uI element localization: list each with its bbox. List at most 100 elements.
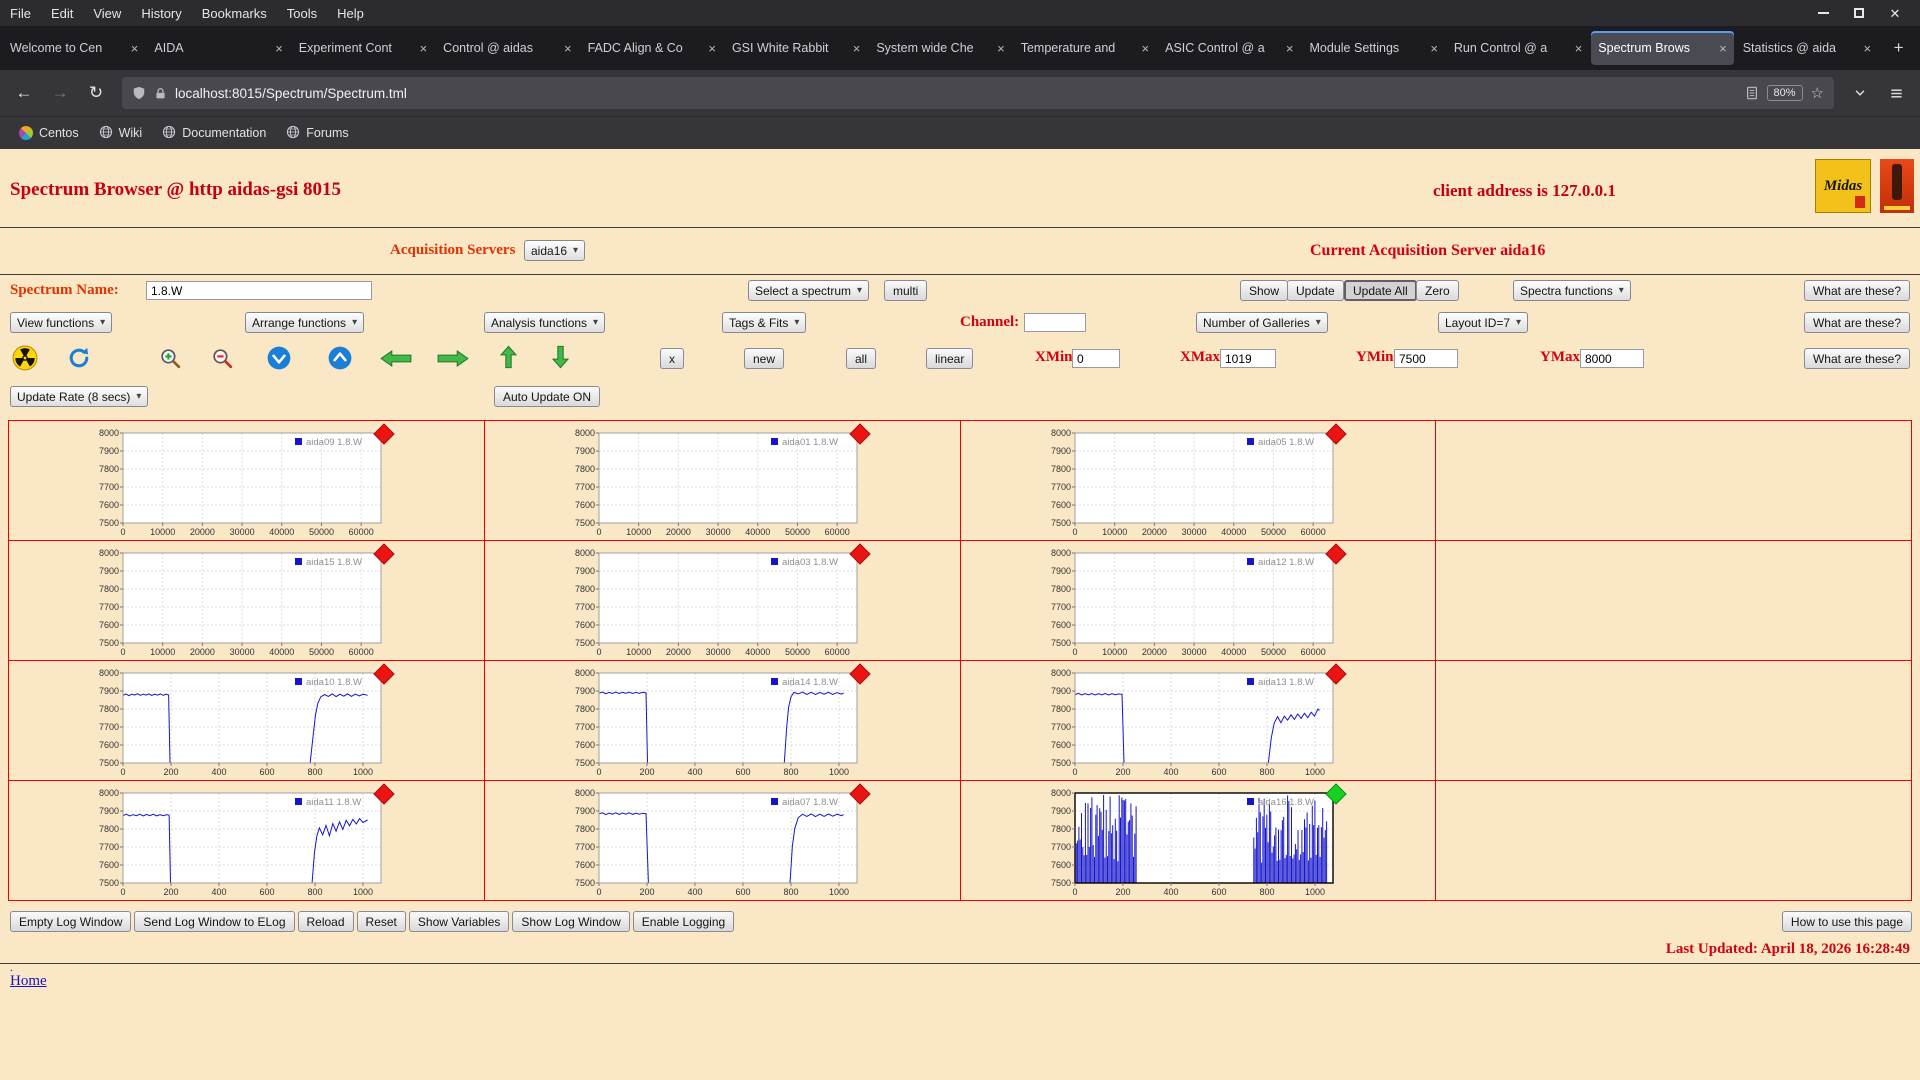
move-down-icon[interactable]	[552, 345, 569, 369]
tab-close-icon[interactable]: ×	[564, 41, 572, 56]
number-of-galleries-select[interactable]: Number of Galleries	[1196, 312, 1328, 333]
tab-experiment-cont[interactable]: Experiment Cont×	[292, 31, 434, 65]
tab-spectrum-brows[interactable]: Spectrum Brows×	[1591, 31, 1733, 65]
spectrum-chart-aida01[interactable]: 7500760077007800790080000100002000030000…	[555, 423, 891, 541]
tab-close-icon[interactable]: ×	[131, 41, 139, 56]
footer-empty-log-window-button[interactable]: Empty Log Window	[10, 911, 131, 932]
tab-close-icon[interactable]: ×	[708, 41, 716, 56]
channel-input[interactable]	[1024, 313, 1086, 332]
spectrum-chart-aida16[interactable]: 7500760077007800790080000200400600800100…	[1031, 783, 1367, 901]
reader-mode-icon[interactable]	[1745, 86, 1759, 100]
zoom-in-icon[interactable]	[158, 346, 183, 371]
all-button[interactable]: all	[846, 348, 876, 369]
auto-update-button[interactable]: Auto Update ON	[494, 386, 600, 407]
spectrum-chart-aida13[interactable]: 7500760077007800790080000200400600800100…	[1031, 663, 1367, 781]
what-are-these-button-2[interactable]: What are these?	[1804, 312, 1910, 333]
tab-fadc-align-co[interactable]: FADC Align & Co×	[581, 31, 723, 65]
spectrum-chart-aida05[interactable]: 7500760077007800790080000100002000030000…	[1031, 423, 1367, 541]
bookmark-wiki[interactable]: Wiki	[90, 122, 152, 145]
tab-close-icon[interactable]: ×	[1286, 41, 1294, 56]
update-rate-select[interactable]: Update Rate (8 secs)	[10, 386, 148, 407]
new-tab-button[interactable]: +	[1881, 31, 1916, 65]
tab-module-settings[interactable]: Module Settings×	[1303, 31, 1445, 65]
tab-system-wide-che[interactable]: System wide Che×	[869, 31, 1011, 65]
tab-close-icon[interactable]: ×	[1719, 41, 1727, 56]
tab-welcome-to-cen[interactable]: Welcome to Cen×	[3, 31, 145, 65]
reload-button[interactable]: ↻	[80, 77, 112, 109]
bookmark-centos[interactable]: Centos	[10, 122, 88, 145]
menu-bookmarks[interactable]: Bookmarks	[192, 0, 277, 26]
what-are-these-button-3[interactable]: What are these?	[1804, 348, 1910, 369]
xmax-input[interactable]	[1220, 349, 1276, 368]
ymax-input[interactable]	[1580, 349, 1644, 368]
what-are-these-button-1[interactable]: What are these?	[1804, 280, 1910, 301]
tab-gsi-white-rabbit[interactable]: GSI White Rabbit×	[725, 31, 867, 65]
close-button[interactable]: ✕	[1880, 2, 1910, 24]
refresh-icon[interactable]	[66, 345, 92, 371]
home-link[interactable]: Home	[10, 973, 47, 989]
tab-run-control-a[interactable]: Run Control @ a×	[1447, 31, 1589, 65]
move-left-icon[interactable]	[380, 350, 412, 367]
arrange-functions-select[interactable]: Arrange functions	[245, 312, 364, 333]
spectrum-chart-aida14[interactable]: 7500760077007800790080000200400600800100…	[555, 663, 891, 781]
tab-control-aidas[interactable]: Control @ aidas×	[436, 31, 578, 65]
tab-close-icon[interactable]: ×	[1430, 41, 1438, 56]
update-button[interactable]: Update	[1287, 280, 1344, 301]
tab-close-icon[interactable]: ×	[1575, 41, 1583, 56]
view-functions-select[interactable]: View functions	[10, 312, 112, 333]
zoom-out-icon[interactable]	[210, 346, 235, 371]
back-button[interactable]: ←	[8, 77, 40, 109]
bookmark-star-icon[interactable]: ☆	[1811, 84, 1824, 102]
tags-fits-select[interactable]: Tags & Fits	[722, 312, 806, 333]
overflow-chevron-icon[interactable]	[1844, 77, 1876, 109]
footer-show-variables-button[interactable]: Show Variables	[409, 911, 510, 932]
menu-help[interactable]: Help	[327, 0, 374, 26]
show-button[interactable]: Show	[1240, 280, 1288, 301]
minimize-button[interactable]	[1808, 2, 1838, 24]
how-to-use-button[interactable]: How to use this page	[1782, 911, 1912, 932]
spectrum-chart-aida09[interactable]: 7500760077007800790080000100002000030000…	[79, 423, 415, 541]
layout-id-select[interactable]: Layout ID=7	[1438, 312, 1528, 333]
spectrum-chart-aida03[interactable]: 7500760077007800790080000100002000030000…	[555, 543, 891, 661]
new-button[interactable]: new	[744, 348, 784, 369]
linear-button[interactable]: linear	[926, 348, 973, 369]
spectrum-chart-aida15[interactable]: 7500760077007800790080000100002000030000…	[79, 543, 415, 661]
menu-view[interactable]: View	[83, 0, 131, 26]
forward-button[interactable]: →	[44, 77, 76, 109]
ymin-input[interactable]	[1394, 349, 1458, 368]
move-right-icon[interactable]	[437, 350, 469, 367]
zero-button[interactable]: Zero	[1416, 280, 1459, 301]
url-text[interactable]: localhost:8015/Spectrum/Spectrum.tml	[175, 86, 1737, 101]
tab-close-icon[interactable]: ×	[1142, 41, 1150, 56]
maximize-button[interactable]	[1844, 2, 1874, 24]
url-bar[interactable]: localhost:8015/Spectrum/Spectrum.tml 80%…	[122, 77, 1834, 109]
bookmark-forums[interactable]: Forums	[277, 122, 357, 145]
spectrum-chart-aida10[interactable]: 7500760077007800790080000200400600800100…	[79, 663, 415, 781]
move-up-icon[interactable]	[500, 345, 517, 369]
tab-close-icon[interactable]: ×	[997, 41, 1005, 56]
footer-reset-button[interactable]: Reset	[357, 911, 406, 932]
acquisition-server-select[interactable]: aida16	[524, 240, 585, 261]
scroll-down-icon[interactable]	[266, 345, 292, 371]
footer-enable-logging-button[interactable]: Enable Logging	[633, 911, 734, 932]
tab-asic-control-a[interactable]: ASIC Control @ a×	[1158, 31, 1300, 65]
xmin-input[interactable]	[1072, 349, 1120, 368]
menu-edit[interactable]: Edit	[41, 0, 83, 26]
scroll-up-icon[interactable]	[327, 345, 353, 371]
lock-icon[interactable]	[154, 87, 167, 100]
footer-show-log-window-button[interactable]: Show Log Window	[512, 911, 629, 932]
multi-button[interactable]: multi	[884, 280, 927, 301]
update-all-button[interactable]: Update All	[1344, 280, 1417, 301]
menu-history[interactable]: History	[131, 0, 191, 26]
footer-send-log-window-to-elog-button[interactable]: Send Log Window to ELog	[134, 911, 294, 932]
zoom-indicator[interactable]: 80%	[1767, 85, 1803, 101]
tab-statistics-aida[interactable]: Statistics @ aida×	[1736, 31, 1878, 65]
spectrum-chart-aida12[interactable]: 7500760077007800790080000100002000030000…	[1031, 543, 1367, 661]
bookmark-documentation[interactable]: Documentation	[153, 122, 275, 145]
spectrum-chart-aida07[interactable]: 7500760077007800790080000200400600800100…	[555, 783, 891, 901]
x-button[interactable]: x	[660, 348, 684, 369]
tab-temperature-and[interactable]: Temperature and×	[1014, 31, 1156, 65]
spectra-functions-select[interactable]: Spectra functions	[1513, 280, 1631, 301]
tab-close-icon[interactable]: ×	[1863, 41, 1871, 56]
tab-close-icon[interactable]: ×	[420, 41, 428, 56]
